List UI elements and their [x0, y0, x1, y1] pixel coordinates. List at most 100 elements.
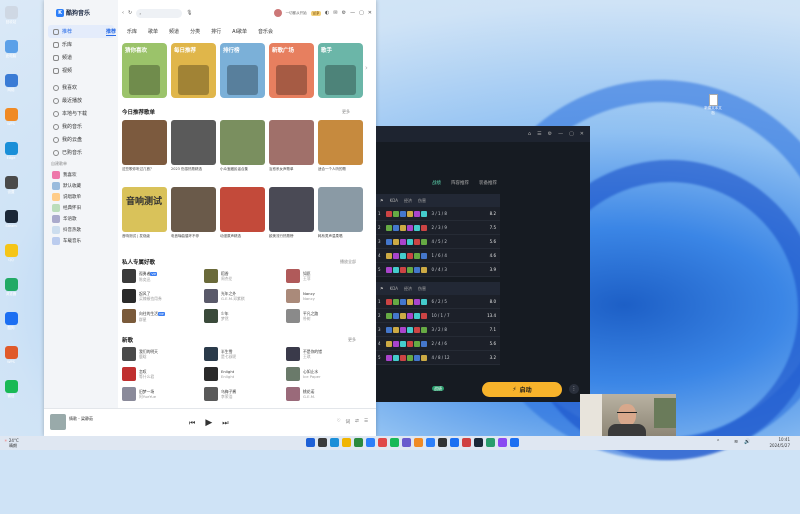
message-icon[interactable]: ✉: [333, 10, 337, 16]
game-tab[interactable]: 装备推荐: [479, 180, 497, 186]
sidebar-item-channel[interactable]: 频道: [44, 51, 118, 64]
song-item[interactable]: 如愿 王菲: [286, 268, 368, 284]
game-row[interactable]: 2 10 / 1 / 7 13.4: [376, 309, 500, 323]
taskbar-app-icon[interactable]: [414, 438, 423, 447]
featured-card[interactable]: 歌手: [318, 43, 363, 98]
playlist-tile[interactable]: 电音嗨曲循环不停: [171, 187, 216, 243]
desktop-icon[interactable]: 设置: [2, 176, 20, 194]
desktop-icon[interactable]: 网络: [2, 74, 20, 92]
player-control-1[interactable]: 词: [346, 419, 351, 425]
avatar[interactable]: [273, 9, 282, 17]
taskbar-app-icon[interactable]: [306, 438, 315, 447]
game-title-icon[interactable]: —: [558, 131, 563, 137]
game-row[interactable]: 1 6 / 2 / 5 8.0: [376, 295, 500, 309]
game-title-icon[interactable]: ⚙: [548, 131, 552, 137]
tab-7[interactable]: 音乐会: [258, 28, 273, 36]
game-row[interactable]: 4 2 / 4 / 6 5.6: [376, 337, 500, 351]
featured-card[interactable]: 每日推荐: [171, 43, 216, 98]
game-title-icon[interactable]: ▢: [569, 131, 574, 137]
playlist-tile[interactable]: 这些歌你听过几首？: [122, 120, 167, 176]
sidebar-item-video[interactable]: 视频: [44, 64, 118, 77]
sidebar-playlist-item[interactable]: 车载音乐: [44, 235, 118, 246]
sidebar-playlist-item[interactable]: 抖音热歌: [44, 224, 118, 235]
taskbar-app-icon[interactable]: [438, 438, 447, 447]
taskbar-app-icon[interactable]: [462, 438, 471, 447]
song-item[interactable]: 不是你的错 王琪: [286, 346, 368, 362]
next-icon[interactable]: ⏭: [222, 419, 228, 428]
desktop-icon[interactable]: WPS: [2, 108, 20, 126]
featured-card[interactable]: 排行榜: [220, 43, 265, 98]
featured-card[interactable]: 新歌广场: [269, 43, 314, 98]
taskbar-app-icon[interactable]: [354, 438, 363, 447]
close-icon[interactable]: ✕: [368, 10, 372, 16]
playlist-tile[interactable]: 音响测试 音响测试 | 发烧级: [122, 187, 167, 243]
song-item[interactable]: 稻香 周杰伦: [204, 268, 286, 284]
now-playing-cover[interactable]: [50, 414, 66, 430]
taskbar-app-icon[interactable]: [366, 438, 375, 447]
tab-5[interactable]: 排行: [211, 28, 221, 36]
weather-widget[interactable]: ☀ 24°C 晴朗: [4, 438, 19, 448]
player-control-3[interactable]: ☰: [364, 419, 368, 425]
play-icon[interactable]: ▶: [205, 418, 212, 428]
back-icon[interactable]: ‹: [122, 10, 124, 16]
playlist-tile[interactable]: 适合一个人听的歌: [318, 120, 363, 176]
taskbar-app-icon[interactable]: [378, 438, 387, 447]
sidebar-playlist-item[interactable]: 说唱歌单: [44, 191, 118, 202]
sidebar-item-download[interactable]: 本地与下载: [44, 107, 118, 120]
song-item[interactable]: 少年 梦然: [204, 308, 286, 324]
taskbar-app-icon[interactable]: [510, 438, 519, 447]
game-more-icon[interactable]: ⋮: [569, 384, 579, 394]
vip-badge[interactable]: VIP: [310, 10, 321, 16]
sidebar-item-library[interactable]: 乐库: [44, 38, 118, 51]
taskbar-app-icon[interactable]: [390, 438, 399, 447]
now-playing-title[interactable]: 情歌 - 梁静茹: [69, 416, 93, 422]
song-item[interactable]: 乌梅子酱 李荣浩: [204, 386, 286, 402]
refresh-icon[interactable]: ↻: [128, 10, 132, 16]
search-input[interactable]: ⌕: [136, 8, 183, 18]
song-item[interactable]: 向往的生活VIP 群星: [122, 308, 204, 324]
carousel-next-icon[interactable]: ›: [365, 64, 368, 72]
song-item[interactable]: 平凡之路 朴树: [286, 308, 368, 324]
playlist-tile[interactable]: 韩系男声温柔唱: [318, 187, 363, 243]
desktop-icon[interactable]: 此电脑: [2, 40, 20, 58]
tab-0[interactable]: 推荐: [106, 28, 117, 36]
playlist-tile[interactable]: 动漫原声精选: [220, 187, 265, 243]
desktop-icon[interactable]: QQ: [2, 244, 20, 262]
game-title-icon[interactable]: ✕: [580, 131, 584, 137]
player-control-0[interactable]: ♡: [337, 419, 341, 425]
featured-card[interactable]: 猜你喜欢: [122, 43, 167, 98]
desktop-icon[interactable]: Edge: [2, 142, 20, 160]
game-row[interactable]: 1 3 / 1 / 8 8.2: [376, 207, 500, 221]
desktop-icon[interactable]: 浏览器: [2, 278, 20, 296]
sidebar-item-bag[interactable]: 已购音乐: [44, 146, 118, 159]
voice-search-icon[interactable]: 🎙: [186, 10, 192, 16]
sidebar-item-history[interactable]: 最近播放: [44, 94, 118, 107]
song-item[interactable]: Nancy Nancy: [286, 288, 368, 304]
game-tab[interactable]: 阵容推荐: [451, 180, 469, 186]
taskbar-app-icon[interactable]: [318, 438, 327, 447]
username[interactable]: 一切都从开始: [286, 11, 307, 16]
song-item[interactable]: 我们的明天 鹿晗: [122, 346, 204, 362]
taskbar-app-icon[interactable]: [330, 438, 339, 447]
game-row[interactable]: 4 1 / 6 / 4 4.6: [376, 249, 500, 263]
sidebar-playlist-item[interactable]: 华语歌: [44, 213, 118, 224]
game-toggle[interactable]: 战绩: [432, 386, 444, 392]
song-item[interactable]: 旧梦一场 阿YueYue: [122, 386, 204, 402]
sidebar-playlist-item[interactable]: 默认收藏: [44, 180, 118, 191]
song-item[interactable]: 光年之外 G.E.M.邓紫棋: [204, 288, 286, 304]
tab-1[interactable]: 乐库: [127, 28, 137, 36]
taskbar-app-icon[interactable]: [402, 438, 411, 447]
player-control-2[interactable]: ⇄: [355, 419, 359, 425]
song-item[interactable]: 孤勇者VIP 陈奕迅: [122, 268, 204, 284]
game-row[interactable]: 3 3 / 2 / 8 7.1: [376, 323, 500, 337]
taskbar-app-icon[interactable]: [342, 438, 351, 447]
tray-chevron-icon[interactable]: ⌃: [716, 439, 720, 445]
skin-icon[interactable]: ◐: [325, 10, 329, 16]
wifi-icon[interactable]: ≋: [734, 439, 738, 445]
maximize-icon[interactable]: ▢: [359, 10, 364, 16]
song-item[interactable]: 桃花诺 G.E.M.: [286, 386, 368, 402]
sidebar-item-home[interactable]: 推荐: [48, 25, 114, 38]
desktop-file[interactable]: 新建文本文档: [704, 94, 722, 116]
song-item[interactable]: 起风了 买辣椒也用券: [122, 288, 204, 304]
prev-icon[interactable]: ⏮: [189, 419, 195, 428]
